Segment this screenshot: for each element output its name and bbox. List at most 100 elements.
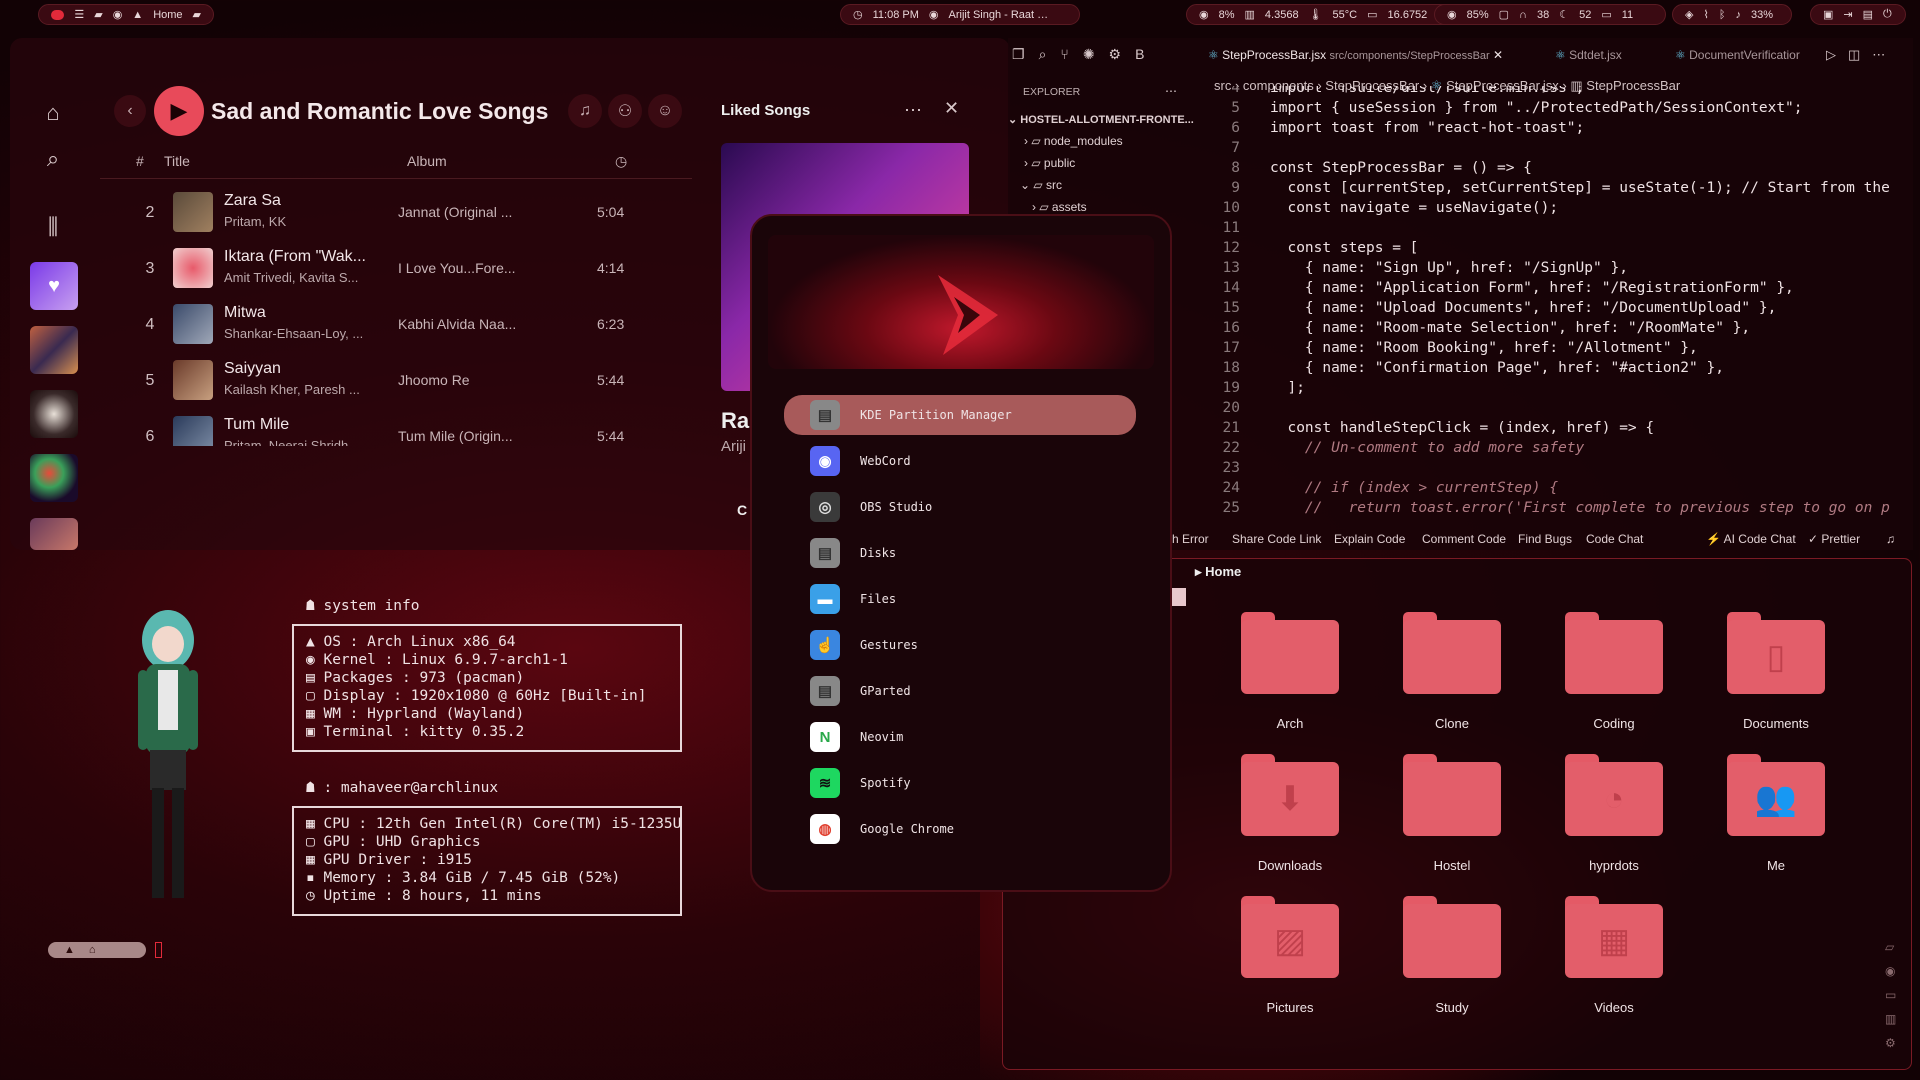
tree-public[interactable]: › ▱ public: [1024, 156, 1075, 170]
code-chat-button[interactable]: Code Chat: [1586, 532, 1643, 546]
tree-assets[interactable]: › ▱ assets: [1032, 200, 1087, 214]
suspend-icon[interactable]: ▤: [1863, 8, 1873, 21]
git-icon[interactable]: ⑂: [1060, 46, 1068, 68]
home-label[interactable]: Home: [153, 9, 182, 21]
code-area[interactable]: 4 import 'rsuite/dist/rsuite.min.css'; 5 im…: [1200, 86, 1910, 526]
track-row[interactable]: 2 Zara Sa Pritam, KK Jannat (Original ..…: [130, 190, 690, 240]
code-line[interactable]: 21 const handleStepClick = (index, href)…: [1200, 420, 1910, 440]
wifi-icon[interactable]: ⌇: [1703, 8, 1708, 21]
track-album[interactable]: Jhoomo Re: [398, 372, 518, 388]
pin-icon[interactable]: ▱: [1885, 940, 1896, 954]
track-artist[interactable]: Pritam, KK: [224, 214, 374, 229]
code-line[interactable]: 5 import { useSession } from "../Protecte…: [1200, 100, 1910, 120]
track-title[interactable]: Saiyyan: [224, 360, 374, 378]
location-bar[interactable]: ▸ Home: [1195, 564, 1241, 580]
track-row[interactable]: 5 Saiyyan Kailash Kher, Paresh ... Jhoom…: [130, 358, 690, 408]
track-artist[interactable]: Shankar-Ehsaan-Loy, ...: [224, 326, 374, 341]
code-line[interactable]: 23: [1200, 460, 1910, 480]
track-artist[interactable]: Amit Trivedi, Kavita S...: [224, 270, 374, 285]
now-playing-title[interactable]: Ra: [721, 408, 749, 434]
code-line[interactable]: 17 { name: "Room Booking", href: "/Allot…: [1200, 340, 1910, 360]
tree-node-modules[interactable]: › ▱ node_modules: [1024, 134, 1123, 148]
folder-downloads[interactable]: ⬇ Downloads: [1200, 754, 1360, 884]
explain-code-button[interactable]: Explain Code: [1334, 532, 1405, 546]
track-album[interactable]: Jannat (Original ...: [398, 204, 518, 220]
track-album[interactable]: Tum Mile (Origin...: [398, 428, 518, 444]
home-icon[interactable]: ⌂: [30, 90, 76, 136]
code-line[interactable]: 10 const navigate = useNavigate();: [1200, 200, 1910, 220]
code-line[interactable]: 9 const [currentStep, setCurrentStep] = …: [1200, 180, 1910, 200]
folder-clone[interactable]: Clone: [1362, 612, 1522, 742]
tray-pill[interactable]: ◈ ⌇ ᛒ ♪ 33%: [1672, 4, 1792, 25]
split-icon[interactable]: ◫: [1848, 47, 1860, 63]
clock-pill[interactable]: ◷ 11:08 PM ◉ Arijit Singh - Raat …: [840, 4, 1080, 25]
files-icon[interactable]: ❐: [1012, 46, 1025, 68]
code-line[interactable]: 24 // if (index > currentStep) {: [1200, 480, 1910, 500]
track-row[interactable]: 4 Mitwa Shankar-Ehsaan-Loy, ... Kabhi Al…: [130, 302, 690, 352]
arch-icon[interactable]: ▲: [132, 9, 143, 21]
ai-chat-button[interactable]: ⚡ AI Code Chat: [1706, 532, 1796, 546]
track-artist[interactable]: Kailash Kher, Paresh ...: [224, 382, 374, 397]
menu-icon[interactable]: ☰: [74, 8, 84, 21]
tab-stepprocessbar[interactable]: ⚛ StepProcessBar.jsx src/components/Step…: [1208, 48, 1528, 62]
code-line[interactable]: 18 { name: "Confirmation Page", href: "#…: [1200, 360, 1910, 380]
app-item[interactable]: ▤ Disks: [784, 533, 1134, 573]
now-playing[interactable]: Arijit Singh - Raat …: [949, 9, 1049, 21]
app-item[interactable]: ◎ OBS Studio: [784, 487, 1134, 527]
library-icon[interactable]: ⫼: [30, 204, 76, 250]
folder-documents[interactable]: ▯ Documents: [1686, 612, 1846, 742]
find-bugs-button[interactable]: Find Bugs: [1518, 532, 1572, 546]
search-icon[interactable]: ⌕: [30, 136, 76, 182]
tree-src[interactable]: ⌄ ▱ src: [1020, 178, 1062, 192]
prettier-button[interactable]: ✓ Prettier: [1808, 532, 1860, 546]
liked-songs-thumb[interactable]: ♥: [30, 262, 78, 310]
app-item[interactable]: ☝ Gestures: [784, 625, 1134, 665]
code-line[interactable]: 22 // Un-comment to add more safety: [1200, 440, 1910, 460]
folder-videos[interactable]: ▦ Videos: [1524, 896, 1684, 1026]
track-title[interactable]: Iktara (From "Wak...: [224, 248, 374, 266]
col-album[interactable]: Album: [407, 153, 447, 169]
tab-documentverification[interactable]: ⚛ DocumentVerificatior: [1675, 48, 1821, 62]
avatar[interactable]: ☺: [648, 94, 682, 128]
app-item[interactable]: ◉ WebCord: [784, 441, 1134, 481]
more-icon[interactable]: ⋯: [904, 100, 922, 121]
discord-icon[interactable]: ◉: [113, 8, 123, 21]
track-album[interactable]: Kabhi Alvida Naa...: [398, 316, 518, 332]
app-item[interactable]: ▬ Files: [784, 579, 1134, 619]
workspace-pill[interactable]: ☰ ▰ ◉ ▲ Home ▰: [38, 4, 214, 25]
code-line[interactable]: 4 import 'rsuite/dist/rsuite.min.css';: [1200, 86, 1910, 100]
logout-icon[interactable]: ⇥: [1843, 8, 1852, 21]
app-item[interactable]: ≋ Spotify: [784, 763, 1134, 803]
lock-icon[interactable]: ▣: [1823, 8, 1833, 21]
clock-icon[interactable]: ◷: [615, 153, 627, 170]
code-line[interactable]: 19 ];: [1200, 380, 1910, 400]
code-line[interactable]: 6 import toast from "react-hot-toast";: [1200, 120, 1910, 140]
debug-icon[interactable]: ✺: [1083, 46, 1095, 68]
search-icon[interactable]: ⌕: [1039, 46, 1047, 68]
playlist-thumb[interactable]: [30, 518, 78, 550]
code-line[interactable]: 20: [1200, 400, 1910, 420]
more-icon[interactable]: ⋯: [1165, 84, 1177, 98]
playlist-thumb[interactable]: [30, 390, 78, 438]
app-item[interactable]: ▤ KDE Partition Manager: [784, 395, 1136, 435]
settings-icon[interactable]: ⚙: [1885, 1036, 1896, 1050]
app-item[interactable]: N Neovim: [784, 717, 1134, 757]
col-title[interactable]: Title: [164, 153, 190, 169]
folder-me[interactable]: 👥 Me: [1686, 754, 1846, 884]
bookmark-icon[interactable]: B: [1135, 46, 1144, 68]
tab-sdtdet[interactable]: ⚛ Sdtdet.jsx: [1555, 48, 1622, 62]
layout-icon[interactable]: ▭: [1885, 988, 1896, 1002]
code-line[interactable]: 16 { name: "Room-mate Selection", href: …: [1200, 320, 1910, 340]
playlist-thumb[interactable]: [30, 326, 78, 374]
track-title[interactable]: Zara Sa: [224, 192, 374, 210]
code-line[interactable]: 8 const StepProcessBar = () => {: [1200, 160, 1910, 180]
eye-icon[interactable]: ◉: [1885, 964, 1896, 978]
app-item[interactable]: ◍ Google Chrome: [784, 809, 1134, 849]
track-row[interactable]: 3 Iktara (From "Wak... Amit Trivedi, Kav…: [130, 246, 690, 296]
folder-arch[interactable]: Arch: [1200, 612, 1360, 742]
play-button[interactable]: ▶: [154, 86, 204, 136]
track-title[interactable]: Tum Mile: [224, 416, 374, 434]
power-pill[interactable]: ▣ ⇥ ▤ ⏻: [1810, 4, 1906, 25]
folder-coding[interactable]: Coding: [1524, 612, 1684, 742]
track-artist[interactable]: Pritam, Neeraj Shridh...: [224, 438, 374, 446]
